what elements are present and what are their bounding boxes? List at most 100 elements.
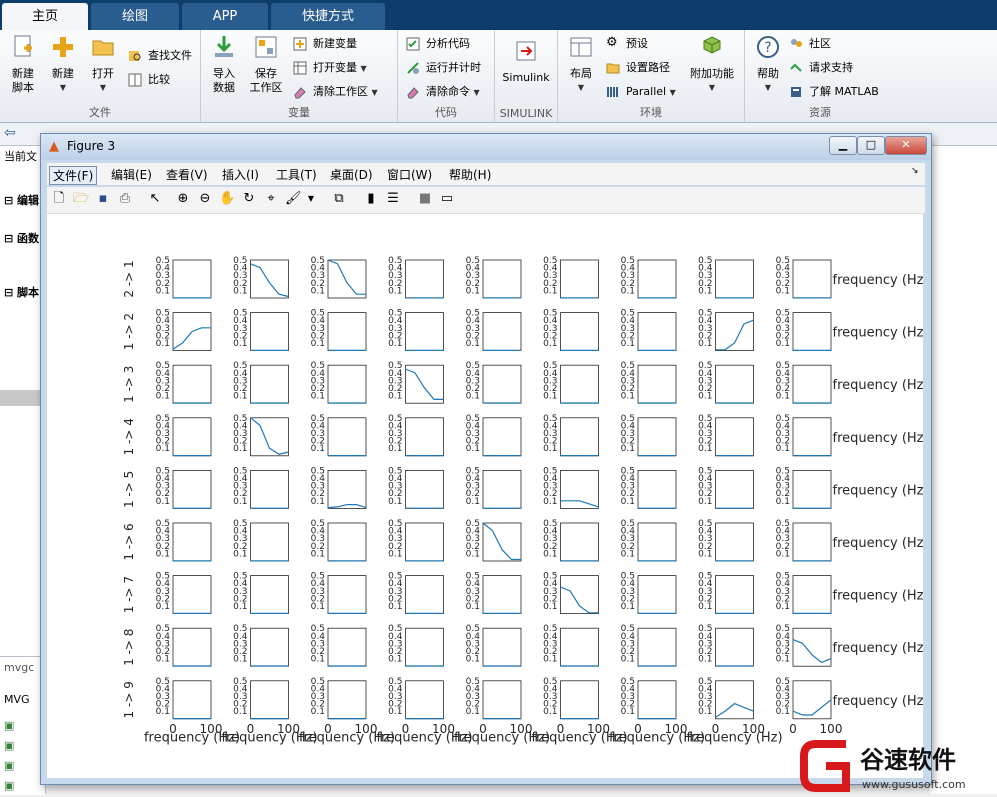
community-button[interactable]: 社区 [789, 34, 831, 54]
analyze-code-button[interactable]: 分析代码 [406, 34, 470, 54]
layout-button[interactable]: 布局 ▼ [562, 34, 600, 95]
link-plot-icon[interactable]: ⧉ [331, 191, 347, 207]
figure-canvas[interactable]: 2 -> 1 0.1 0.2 0.3 0.4 0.5 0.1 0.2 0.3 0.4 0.5 0.1 0… [47, 214, 929, 778]
menu-view[interactable]: 查看(V) [166, 166, 208, 183]
menu-desktop[interactable]: 桌面(D) [330, 166, 373, 183]
save-workspace-label: 保存 工作区 [249, 67, 283, 94]
dock-arrow-icon[interactable]: ↘ [911, 166, 919, 176]
minimize-button[interactable]: ▁ [829, 136, 857, 155]
y-tick-label: 0.5 [466, 414, 480, 424]
import-icon [215, 36, 233, 57]
tab-shortcuts[interactable]: 快捷方式 [271, 3, 385, 30]
clear-commands-button[interactable]: 清除命令 ▼ [406, 82, 480, 102]
y-tick-label: 0.5 [388, 519, 402, 529]
tab-plots[interactable]: 绘图 [91, 3, 179, 30]
y-tick-label: 0.5 [156, 624, 170, 634]
new-script-button[interactable]: 新建 脚本 [4, 34, 42, 95]
figure-title-bar[interactable]: ▲ Figure 3 ▁ □ ✕ [41, 134, 931, 160]
subplot-axes [327, 627, 367, 667]
find-files-label: 查找文件 [148, 49, 192, 62]
parallel-button[interactable]: Parallel ▼ [606, 82, 676, 102]
close-button[interactable]: ✕ [885, 136, 927, 155]
show-plot-tools-icon[interactable]: ▭ [439, 191, 455, 207]
y-tick-label: 0.5 [156, 309, 170, 319]
chevron-down-icon: ▼ [764, 83, 772, 92]
support-icon [790, 63, 802, 72]
import-data-button[interactable]: 导入 数据 [205, 34, 243, 95]
y-tick-label: 0.5 [543, 572, 557, 582]
hide-plot-tools-icon[interactable]: ■ [417, 191, 433, 207]
help-button[interactable]: ? 帮助 ▼ [749, 34, 787, 95]
section-functions-label: 函数 [17, 232, 40, 245]
group-label-variable: 变量 [288, 106, 310, 119]
folder-icon [606, 63, 620, 74]
y-tick-label: 0.5 [543, 466, 557, 476]
menu-insert[interactable]: 插入(I) [222, 166, 259, 183]
new-button[interactable]: 新建 ▼ [44, 34, 82, 95]
tab-home[interactable]: 主页 [2, 3, 88, 30]
open-file-icon[interactable]: 🗁 [73, 191, 89, 207]
back-arrow-icon[interactable]: ⇦ [4, 125, 16, 141]
y-tick-label: 0.5 [388, 466, 402, 476]
save-workspace-button[interactable]: 保存 工作区 [247, 34, 285, 95]
zoom-in-icon[interactable]: ⊕ [175, 191, 191, 207]
learn-matlab-button[interactable]: 了解 MATLAB [789, 82, 879, 102]
menu-file[interactable]: 文件(F) [49, 166, 98, 185]
save-icon[interactable]: ▪ [95, 191, 111, 207]
watermark-logo: 谷速软件 www.gususoft.com [800, 738, 997, 794]
subplot-axes [482, 627, 522, 667]
group-label-code: 代码 [435, 106, 457, 119]
y-tick-label: 0.5 [698, 677, 712, 687]
new-label: 新建 [52, 67, 74, 80]
preferences-button[interactable]: ⚙ 预设 [606, 34, 648, 54]
colorbar-icon[interactable]: ▮ [363, 191, 379, 207]
subplot-axes [560, 680, 599, 720]
eraser-icon [294, 87, 306, 99]
chevron-down-icon[interactable]: ▼ [303, 191, 319, 207]
zoom-out-icon[interactable]: ⊖ [197, 191, 213, 207]
tab-apps[interactable]: APP [182, 3, 268, 30]
data-cursor-icon[interactable]: ⌖ [263, 191, 279, 207]
chevron-down-icon: ▼ [371, 88, 378, 97]
simulink-button[interactable]: Simulink [497, 38, 555, 85]
menu-edit[interactable]: 编辑(E) [111, 166, 152, 183]
subplot-axes [715, 259, 754, 299]
ribbon-tab-bar: 主页 绘图 APP 快捷方式 [0, 0, 997, 30]
new-figure-icon[interactable]: 🗋 [51, 191, 67, 207]
pan-icon[interactable]: ✋ [219, 191, 235, 207]
addons-button[interactable]: 附加功能 ▼ [688, 34, 736, 95]
subplot-axes [715, 469, 754, 509]
compare-button[interactable]: 比较 [128, 70, 170, 90]
run-and-time-button[interactable]: 运行并计时 [406, 58, 481, 78]
open-variable-button[interactable]: 打开变量 ▼ [293, 58, 367, 78]
new-variable-button[interactable]: 新建变量 [293, 34, 357, 54]
section-functions[interactable]: ⊟ 函数 [4, 230, 39, 246]
open-button[interactable]: 打开 ▼ [84, 34, 122, 95]
ribbon-group-code: 分析代码 运行并计时 清除命令 ▼ 代码 [398, 30, 495, 122]
figure-window: ▲ Figure 3 ▁ □ ✕ 文件(F) 编辑(E) 查看(V) 插入(I)… [40, 133, 932, 785]
clear-workspace-button[interactable]: 清除工作区 ▼ [293, 82, 378, 102]
set-path-button[interactable]: 设置路径 [606, 58, 670, 78]
maximize-button[interactable]: □ [857, 136, 885, 155]
subplot-axes [792, 575, 832, 615]
find-files-button[interactable]: 查找文件 [128, 46, 192, 66]
subplot-axes [172, 417, 212, 457]
menu-window[interactable]: 窗口(W) [387, 166, 432, 183]
section-scripts[interactable]: ⊟ 脚本 [4, 284, 39, 300]
pointer-icon[interactable]: ↖ [147, 191, 163, 207]
rotate-icon[interactable]: ↻ [241, 191, 257, 207]
x-axis-label: frequency (Hz) [833, 431, 924, 446]
compare-label: 比较 [148, 73, 170, 86]
section-scripts-label: 脚本 [17, 286, 40, 299]
legend-icon[interactable]: ☰ [385, 191, 401, 207]
selected-row[interactable] [0, 390, 45, 406]
subplot-axes [560, 469, 599, 509]
print-icon[interactable]: ⎙ [117, 191, 133, 207]
menu-help[interactable]: 帮助(H) [449, 166, 491, 183]
menu-tools[interactable]: 工具(T) [276, 166, 317, 183]
y-tick-label: 0.5 [698, 466, 712, 476]
request-support-button[interactable]: 请求支持 [789, 58, 853, 78]
section-editor[interactable]: ⊟ 编辑 [4, 192, 39, 208]
brush-icon[interactable]: 🖌 [285, 191, 302, 207]
subplot-axes [560, 312, 599, 351]
